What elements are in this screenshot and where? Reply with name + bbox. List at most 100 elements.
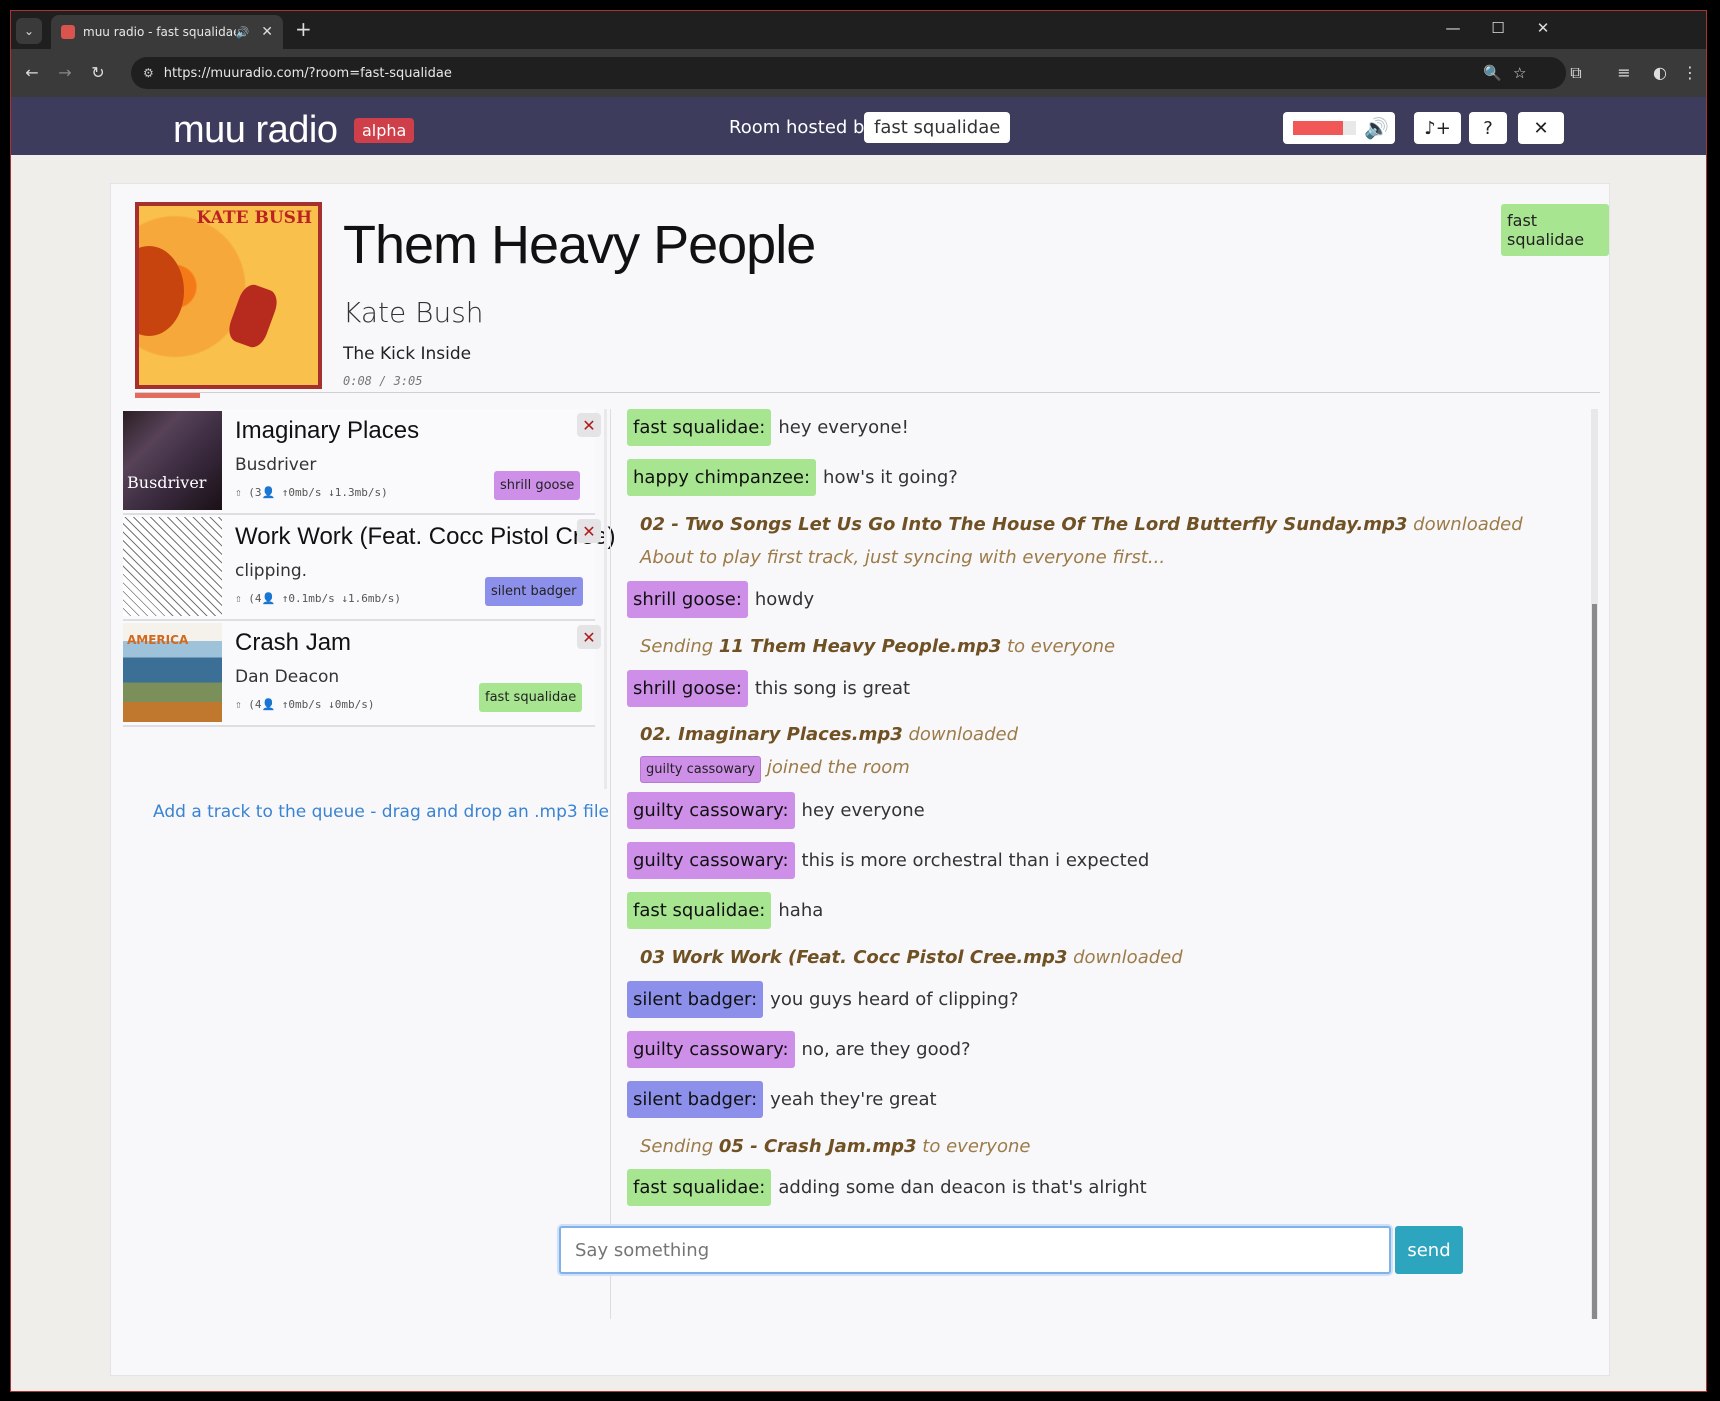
queue-track-title: Imaginary Places: [235, 417, 420, 444]
chat-message-text: yeah they're great: [770, 1089, 937, 1110]
close-window-icon[interactable]: ✕: [1531, 19, 1555, 37]
audio-playing-icon[interactable]: 🔊: [236, 26, 250, 39]
chat-nickname: guilty cassowary:: [627, 1031, 795, 1068]
queue-track-artist: clipping.: [235, 561, 308, 581]
minimize-icon[interactable]: —: [1441, 19, 1465, 37]
chat-message-text: this song is great: [754, 678, 911, 699]
system-message-filename: 03 Work Work (Feat. Cocc Pistol Cree.mp3: [640, 947, 1068, 968]
album-art-text: AMERICA: [127, 633, 189, 647]
speaker-icon[interactable]: 🔊: [1364, 116, 1389, 140]
now-playing-artist: Kate Bush: [343, 296, 484, 329]
browser-menu-icon[interactable]: ⋮: [1679, 63, 1701, 82]
now-playing-time: 0:08 / 3:05: [343, 374, 423, 388]
now-playing-title: Them Heavy People: [343, 215, 816, 275]
remove-track-button[interactable]: ✕: [577, 519, 601, 543]
chat-message-text: how's it going?: [823, 467, 958, 488]
forward-icon[interactable]: →: [54, 63, 76, 82]
send-button[interactable]: send: [1395, 1226, 1463, 1274]
queue-item[interactable]: Busdriver Imaginary Places Busdriver ⇧ (…: [123, 409, 601, 515]
system-message: 02. Imaginary Places.mp3 downloaded: [640, 724, 1018, 745]
chat-message-text: adding some dan deacon is that's alright: [778, 1177, 1147, 1198]
chat-log: fast squalidae: hey everyone! happy chimpa…: [614, 409, 1594, 1319]
host-name-badge: fast squalidae: [864, 112, 1011, 143]
now-playing-album: The Kick Inside: [343, 344, 472, 364]
reload-icon[interactable]: ↻: [87, 63, 109, 82]
browser-tab[interactable]: muu radio - fast squalidae 🔊 ✕: [51, 15, 283, 49]
chat-message: fast squalidae: hey everyone!: [627, 409, 909, 446]
queue-owner-badge: fast squalidae: [479, 683, 583, 712]
chat-nickname: silent badger:: [627, 1081, 764, 1118]
now-playing-album-art: KATE BUSH: [135, 202, 322, 389]
help-button[interactable]: ?: [1469, 112, 1507, 144]
media-controls-icon[interactable]: ≡: [1613, 63, 1635, 82]
now-playing-owner-badge: fast squalidae: [1501, 204, 1609, 256]
remove-track-button[interactable]: ✕: [577, 625, 601, 649]
queue-album-art: AMERICA: [123, 623, 222, 722]
bookmark-star-icon[interactable]: ☆: [1513, 57, 1526, 89]
album-art-text: KATE BUSH: [196, 208, 312, 228]
music-note-plus-icon: ♪+: [1424, 117, 1451, 139]
site-settings-icon[interactable]: ⚙: [143, 66, 154, 80]
close-tab-icon[interactable]: ✕: [261, 24, 273, 40]
add-music-button[interactable]: ♪+: [1414, 112, 1461, 144]
profile-avatar-icon[interactable]: ◐: [1649, 63, 1671, 82]
now-playing-divider: [135, 392, 1600, 393]
tab-search-button[interactable]: ⌄: [16, 18, 42, 44]
app-logo[interactable]: muu radio: [173, 109, 338, 152]
system-message-text: to everyone: [916, 1136, 1031, 1157]
chat-nickname: shrill goose:: [627, 670, 748, 707]
chat-nickname: guilty cassowary:: [627, 842, 795, 879]
chat-nickname: silent badger:: [627, 981, 764, 1018]
leave-room-button[interactable]: ✕: [1518, 112, 1564, 144]
queue-track-stats: ⇧ (4👤 ↑0.1mb/s ↓1.6mb/s): [235, 592, 402, 605]
chat-input[interactable]: [559, 1226, 1391, 1274]
chat-message: happy chimpanzee: how's it going?: [627, 459, 958, 496]
chat-nickname: fast squalidae:: [627, 892, 772, 929]
close-icon: ✕: [1533, 117, 1549, 139]
playback-progress-bar[interactable]: [135, 393, 200, 398]
system-message-filename: 11 Them Heavy People.mp3: [718, 636, 1002, 657]
queue-album-art: Busdriver: [123, 411, 222, 510]
back-icon[interactable]: ←: [21, 63, 43, 82]
volume-level: [1293, 121, 1344, 135]
volume-slider[interactable]: [1293, 121, 1356, 135]
chat-message-text: this is more orchestral than i expected: [801, 850, 1150, 871]
queue-owner-badge: silent badger: [485, 577, 583, 606]
tab-bar: ⌄ muu radio - fast squalidae 🔊 ✕ + — ☐ ✕: [11, 11, 1706, 49]
remove-track-button[interactable]: ✕: [577, 413, 601, 437]
chat-message-text: haha: [778, 900, 824, 921]
alpha-badge: alpha: [354, 118, 415, 143]
chat-message-text: no, are they good?: [801, 1039, 971, 1060]
queue-track-artist: Busdriver: [235, 455, 317, 475]
question-icon: ?: [1483, 117, 1493, 139]
new-tab-button[interactable]: +: [295, 17, 312, 41]
system-message-prefix: Sending: [640, 636, 719, 657]
system-message: About to play first track, just syncing …: [640, 547, 1165, 568]
volume-control[interactable]: 🔊: [1283, 112, 1395, 144]
chat-nickname: fast squalidae:: [627, 409, 772, 446]
system-message-text: downloaded: [1407, 514, 1523, 535]
queue-item[interactable]: Work Work (Feat. Cocc Pistol Cree) clipp…: [123, 515, 616, 621]
extensions-icon[interactable]: ⧉: [1565, 63, 1587, 83]
queue-track-stats: ⇧ (4👤 ↑0mb/s ↓0mb/s): [235, 698, 375, 711]
queue-album-art: [123, 517, 222, 616]
chat-message: silent badger: you guys heard of clipping…: [627, 981, 1019, 1018]
chat-message-text: hey everyone: [801, 800, 925, 821]
system-message-filename: 02. Imaginary Places.mp3: [640, 724, 903, 745]
maximize-icon[interactable]: ☐: [1486, 19, 1510, 37]
zoom-icon[interactable]: 🔍: [1483, 57, 1502, 89]
url-field[interactable]: ⚙ https://muuradio.com/?room=fast-squali…: [131, 57, 1566, 89]
app-header: muu radio alpha Room hosted by fast squa…: [11, 97, 1706, 155]
system-message-prefix: Sending: [640, 1136, 719, 1157]
system-message-text: to everyone: [1001, 636, 1116, 657]
system-message-text: joined the room: [766, 757, 910, 778]
chat-scrollbar-thumb[interactable]: [1592, 604, 1597, 1319]
add-track-hint[interactable]: Add a track to the queue - drag and drop…: [153, 802, 609, 822]
chat-nickname: shrill goose:: [627, 581, 748, 618]
chat-message: shrill goose: howdy: [627, 581, 814, 618]
queue-item[interactable]: AMERICA Crash Jam Dan Deacon ⇧ (4👤 ↑0mb/…: [123, 621, 601, 727]
chat-message-text: you guys heard of clipping?: [770, 989, 1019, 1010]
queue-track-stats: ⇧ (3👤 ↑0mb/s ↓1.3mb/s): [235, 486, 388, 499]
queue-track-title: Work Work (Feat. Cocc Pistol Cree): [235, 523, 616, 550]
room-panel: fast squalidae KATE BUSH Them Heavy Peop…: [110, 183, 1610, 1376]
